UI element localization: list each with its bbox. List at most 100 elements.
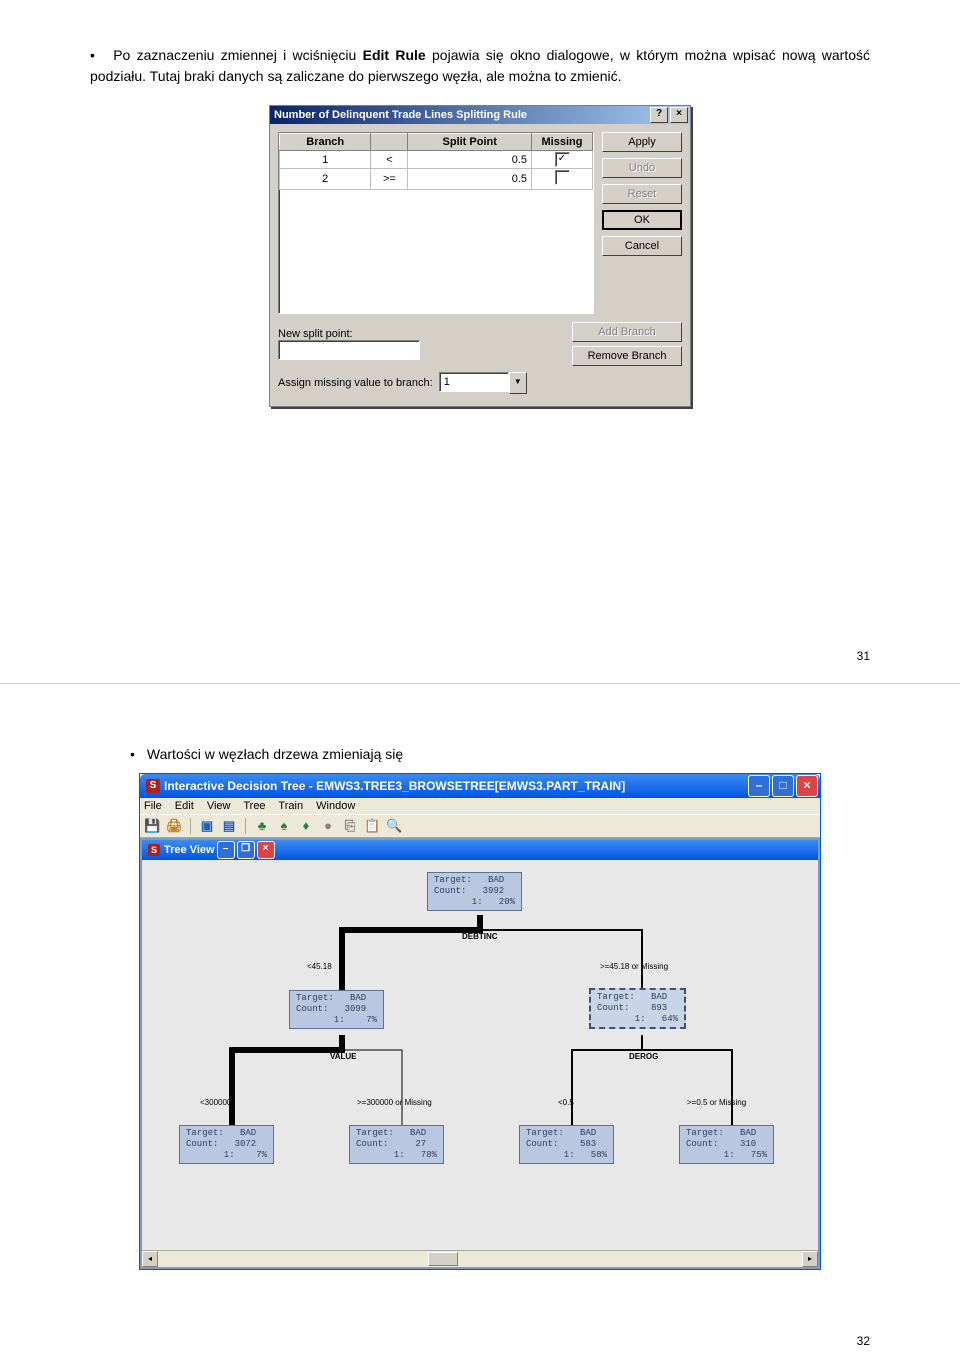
sas-icon: S <box>146 779 160 793</box>
bold-text: Edit Rule <box>363 47 426 63</box>
remove-branch-button[interactable]: Remove Branch <box>572 346 682 366</box>
bullet-list: Wartości w węzłach drzewa zmieniają się <box>130 744 870 765</box>
cell-split-point[interactable]: 0.5 <box>408 151 532 169</box>
tree-node[interactable]: Target: BAD Count: 3072 1: 7% <box>179 1125 274 1164</box>
separator <box>190 818 191 834</box>
horizontal-scrollbar[interactable]: ◂ ▸ <box>142 1250 818 1267</box>
menu-window[interactable]: Window <box>316 800 355 812</box>
branch-label: >=45.18 or Missing <box>600 962 668 971</box>
tree-node-root[interactable]: Target: BAD Count: 3992 1: 20% <box>427 872 522 911</box>
minimize-button[interactable]: – <box>748 775 770 797</box>
branch-label: >=300000 or Missing <box>357 1098 432 1107</box>
assign-missing-label: Assign missing value to branch: <box>278 377 433 389</box>
restore-button[interactable]: ❐ <box>237 841 255 859</box>
cell-op[interactable]: < <box>371 151 408 169</box>
branch-icon[interactable]: ♣ <box>254 818 270 834</box>
split-var-right: DEROG <box>629 1052 658 1061</box>
apply-button[interactable]: Apply <box>602 132 682 152</box>
close-button[interactable]: × <box>257 841 275 859</box>
col-branch[interactable]: Branch <box>280 134 371 151</box>
inner-titlebar[interactable]: S Tree View – ❐ × <box>142 840 818 860</box>
minimize-button[interactable]: – <box>217 841 235 859</box>
bullet-item: Po zaznaczeniu zmiennej i wciśnięciu Edi… <box>90 45 870 87</box>
scroll-left-icon[interactable]: ◂ <box>142 1251 158 1267</box>
menu-edit[interactable]: Edit <box>175 800 194 812</box>
tree-node[interactable]: Target: BAD Count: 583 1: 58% <box>519 1125 614 1164</box>
separator <box>245 818 246 834</box>
branch2-icon[interactable]: ♠ <box>276 818 292 834</box>
window-title: Interactive Decision Tree - EMWS3.TREE3_… <box>164 779 746 793</box>
add-branch-button[interactable]: Add Branch <box>572 322 682 342</box>
sas-icon: S <box>148 844 160 856</box>
split-var-root: DEBTINC <box>462 932 498 941</box>
tree-node[interactable]: Target: BAD Count: 27 1: 78% <box>349 1125 444 1164</box>
rules-table: Branch Split Point Missing 1 < 0.5 ✓ <box>278 132 594 314</box>
dialog-title: Number of Delinquent Trade Lines Splitti… <box>274 109 648 121</box>
branch-label: >=0.5 or Missing <box>687 1098 746 1107</box>
text: Po zaznaczeniu zmiennej i wciśnięciu <box>113 47 362 63</box>
save-icon[interactable]: 💾 <box>144 818 160 834</box>
undo-button[interactable]: Undo <box>602 158 682 178</box>
tree-canvas[interactable]: Target: BAD Count: 3992 1: 20% DEBTINC <… <box>142 860 818 1250</box>
branch-label: <300000 <box>200 1098 231 1107</box>
branch-label: <45.18 <box>307 962 332 971</box>
bullet-item: Wartości w węzłach drzewa zmieniają się <box>130 744 870 765</box>
tree-stats-icon[interactable]: ▤ <box>221 818 237 834</box>
cell-missing[interactable]: ✓ <box>532 151 593 169</box>
branch3-icon[interactable]: ♦ <box>298 818 314 834</box>
tree-node[interactable]: Target: BAD Count: 310 1: 75% <box>679 1125 774 1164</box>
maximize-button[interactable]: □ <box>772 775 794 797</box>
checkbox-icon[interactable]: ✓ <box>555 152 570 167</box>
scrollbar-track[interactable] <box>158 1251 802 1267</box>
new-split-input[interactable] <box>278 340 420 360</box>
col-op[interactable] <box>371 134 408 151</box>
toolbar: 💾 🖨 ▣ ▤ ♣ ♠ ♦ ● ⎘ 📋 🔍 <box>140 814 820 838</box>
splitting-rule-dialog: Number of Delinquent Trade Lines Splitti… <box>269 105 691 407</box>
col-split-point[interactable]: Split Point <box>408 134 532 151</box>
decision-tree-window: S Interactive Decision Tree - EMWS3.TREE… <box>139 773 821 1270</box>
assign-missing-dropdown[interactable]: 1 ▼ <box>439 372 527 394</box>
paste-icon[interactable]: 📋 <box>364 818 380 834</box>
dialog-titlebar[interactable]: Number of Delinquent Trade Lines Splitti… <box>270 106 690 124</box>
col-missing[interactable]: Missing <box>532 134 593 151</box>
scroll-right-icon[interactable]: ▸ <box>802 1251 818 1267</box>
help-button[interactable]: ? <box>650 107 668 123</box>
window-titlebar[interactable]: S Interactive Decision Tree - EMWS3.TREE… <box>140 774 820 798</box>
table-row[interactable]: 2 >= 0.5 <box>280 169 593 190</box>
menu-tree[interactable]: Tree <box>243 800 265 812</box>
branch-label: <0.5 <box>558 1098 574 1107</box>
circle-icon[interactable]: ● <box>320 818 336 834</box>
menu-file[interactable]: File <box>144 800 162 812</box>
menu-view[interactable]: View <box>207 800 231 812</box>
tree-node[interactable]: Target: BAD Count: 3099 1: 7% <box>289 990 384 1029</box>
cell-branch[interactable]: 1 <box>280 151 371 169</box>
new-split-label: New split point: <box>278 328 428 340</box>
chevron-down-icon[interactable]: ▼ <box>509 372 527 394</box>
table-row[interactable]: 1 < 0.5 ✓ <box>280 151 593 169</box>
cell-op[interactable]: >= <box>371 169 408 190</box>
tree-node-selected[interactable]: Target: BAD Count: 893 1: 64% <box>589 988 686 1029</box>
split-var-left: VALUE <box>330 1052 357 1061</box>
tree-icon[interactable]: ▣ <box>199 818 215 834</box>
copy-icon[interactable]: ⎘ <box>342 818 358 834</box>
checkbox-icon[interactable] <box>555 170 570 185</box>
menu-bar: File Edit View Tree Train Window <box>140 798 820 814</box>
close-button[interactable]: × <box>670 107 688 123</box>
ok-button[interactable]: OK <box>602 210 682 230</box>
table-header-row: Branch Split Point Missing <box>280 134 593 151</box>
menu-train[interactable]: Train <box>278 800 303 812</box>
page-number: 31 <box>857 649 870 663</box>
reset-button[interactable]: Reset <box>602 184 682 204</box>
search-icon[interactable]: 🔍 <box>386 818 402 834</box>
cancel-button[interactable]: Cancel <box>602 236 682 256</box>
inner-title: Tree View <box>164 844 215 856</box>
close-button[interactable]: × <box>796 775 818 797</box>
scrollbar-thumb[interactable] <box>428 1252 458 1266</box>
assign-missing-value[interactable]: 1 <box>439 372 509 392</box>
print-icon[interactable]: 🖨 <box>166 818 182 834</box>
cell-split-point[interactable]: 0.5 <box>408 169 532 190</box>
text: Wartości w węzłach drzewa zmieniają się <box>147 746 403 762</box>
cell-missing[interactable] <box>532 169 593 190</box>
page-number: 32 <box>857 1334 870 1348</box>
cell-branch[interactable]: 2 <box>280 169 371 190</box>
